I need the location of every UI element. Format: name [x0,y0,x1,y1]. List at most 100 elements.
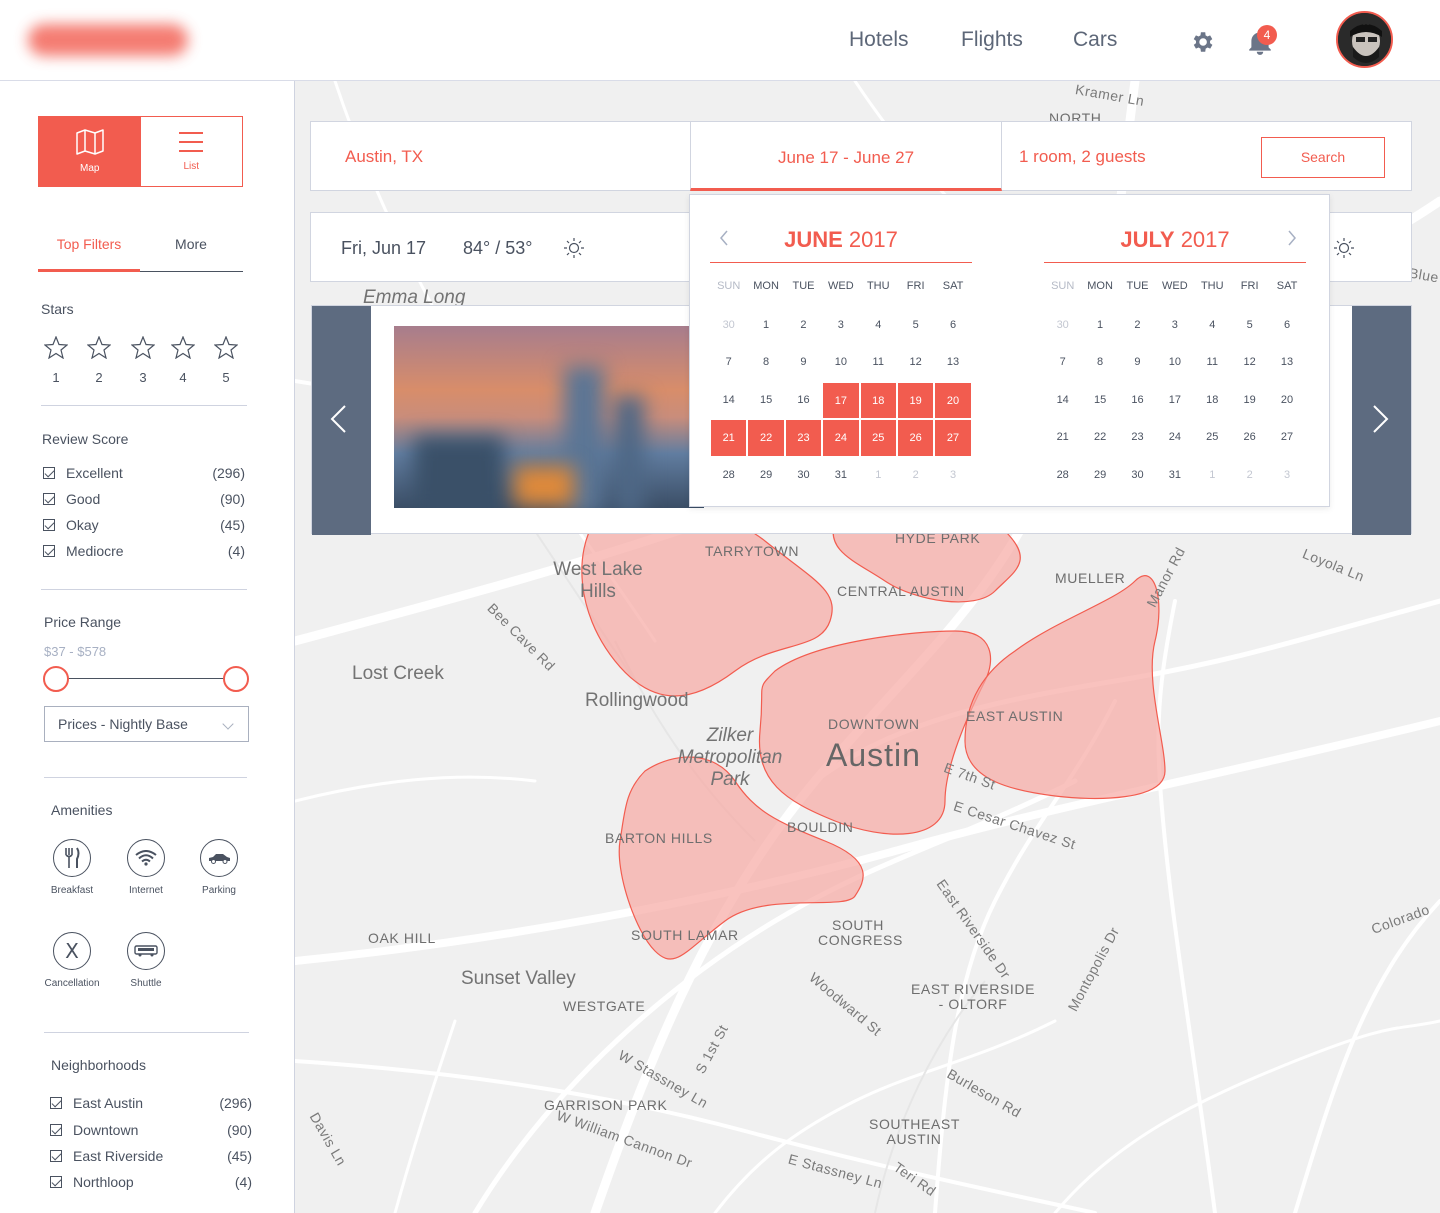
calendar-day[interactable]: 2 [897,457,934,494]
calendar-day[interactable]: 26 [896,419,935,457]
calendar-day[interactable]: 21 [1044,419,1081,456]
location-input[interactable]: Austin, TX [345,147,423,167]
calendar-day[interactable]: 2 [785,307,822,344]
amenity-internet[interactable]: Internet [111,839,181,896]
calendar-day[interactable]: 11 [1194,344,1231,381]
calendar-day[interactable]: 30 [710,307,747,344]
calendar-day[interactable]: 6 [1268,307,1305,344]
search-button[interactable]: Search [1261,137,1385,178]
calendar-day[interactable]: 2 [1119,307,1156,344]
list-view-button[interactable]: List [140,117,242,186]
calendar-day[interactable]: 22 [1081,419,1118,456]
calendar-day[interactable]: 1 [747,307,784,344]
price-slider-min-handle[interactable] [43,666,69,692]
calendar-day[interactable]: 4 [1194,307,1231,344]
amenity-breakfast[interactable]: Breakfast [37,839,107,896]
calendar-day[interactable]: 1 [1194,457,1231,494]
calendar-day[interactable]: 19 [896,381,935,420]
map-view-button[interactable]: Map [39,117,141,186]
calendar-day[interactable]: 30 [1044,307,1081,344]
amenity-cancellation[interactable]: X Cancellation [37,932,107,989]
nav-hotels[interactable]: Hotels [849,28,909,52]
calendar-day[interactable]: 10 [1156,344,1193,381]
calendar-day[interactable]: 21 [710,419,748,457]
brand-logo[interactable] [28,24,188,56]
gear-icon[interactable] [1189,29,1215,55]
price-basis-dropdown[interactable]: Prices - Nightly Base [44,706,249,742]
nav-cars[interactable]: Cars [1073,28,1117,52]
calendar-day[interactable]: 5 [897,307,934,344]
calendar-day[interactable]: 16 [785,382,822,419]
calendar-day[interactable]: 10 [822,344,859,381]
calendar-day[interactable]: 5 [1231,307,1268,344]
calendar-day[interactable]: 17 [822,381,860,420]
calendar-day[interactable]: 28 [710,457,747,494]
calendar-day[interactable]: 24 [1156,419,1193,456]
calendar-day[interactable]: 3 [1268,457,1305,494]
calendar-day[interactable]: 15 [747,382,784,419]
calendar-day[interactable]: 3 [1156,307,1193,344]
calendar-day[interactable]: 30 [785,457,822,494]
calendar-day[interactable]: 13 [934,344,971,381]
tab-top-filters[interactable]: Top Filters [38,236,140,272]
calendar-day[interactable]: 31 [1156,457,1193,494]
calendar-day[interactable]: 3 [822,307,859,344]
amenity-shuttle[interactable]: Shuttle [111,932,181,989]
avatar[interactable] [1336,11,1393,68]
calendar-day[interactable]: 19 [1231,382,1268,419]
carousel-next-button[interactable] [1352,306,1411,535]
calendar-day[interactable]: 7 [1044,344,1081,381]
calendar-day[interactable]: 1 [1081,307,1118,344]
checkbox[interactable] [43,545,55,557]
calendar-day[interactable]: 28 [1044,457,1081,494]
guests-field[interactable]: 1 room, 2 guests [1019,147,1146,167]
checkbox[interactable] [43,519,55,531]
calendar-day[interactable]: 1 [860,457,897,494]
calendar-day[interactable]: 20 [1268,382,1305,419]
calendar-day[interactable]: 13 [1268,344,1305,381]
calendar-day[interactable]: 18 [1194,382,1231,419]
calendar-day[interactable]: 25 [859,419,897,457]
calendar-day[interactable]: 18 [859,381,897,420]
calendar-day[interactable]: 22 [747,419,785,457]
calendar-day[interactable]: 23 [784,419,823,457]
calendar-day[interactable]: 12 [1231,344,1268,381]
checkbox[interactable] [43,467,55,479]
calendar-day[interactable]: 20 [934,381,972,420]
amenity-parking[interactable]: Parking [184,839,254,896]
calendar-day[interactable]: 6 [934,307,971,344]
calendar-day[interactable]: 12 [897,344,934,381]
price-slider-track[interactable] [56,678,236,679]
star-option-5[interactable]: 5 [213,335,239,385]
checkbox[interactable] [50,1150,62,1162]
calendar-day[interactable]: 2 [1231,457,1268,494]
calendar-day[interactable]: 8 [1081,344,1118,381]
tab-more[interactable]: More [140,236,242,272]
calendar-day[interactable]: 7 [710,344,747,381]
calendar-day[interactable]: 9 [785,344,822,381]
nav-flights[interactable]: Flights [961,28,1023,52]
calendar-day[interactable]: 27 [934,419,972,457]
star-option-3[interactable]: 3 [130,335,156,385]
calendar-day[interactable]: 30 [1119,457,1156,494]
calendar-day[interactable]: 23 [1119,419,1156,456]
checkbox[interactable] [43,493,55,505]
hotel-photo[interactable] [394,326,704,508]
calendar-day[interactable]: 9 [1119,344,1156,381]
calendar-day[interactable]: 25 [1194,419,1231,456]
checkbox[interactable] [50,1097,62,1109]
calendar-day[interactable]: 3 [934,457,971,494]
calendar-day[interactable]: 31 [822,457,859,494]
calendar-day[interactable]: 4 [860,307,897,344]
calendar-day[interactable]: 14 [1044,382,1081,419]
notification-badge[interactable]: 4 [1257,25,1277,45]
price-slider-max-handle[interactable] [223,666,249,692]
calendar-day[interactable]: 24 [822,419,860,457]
star-option-1[interactable]: 1 [43,335,69,385]
calendar-day[interactable]: 27 [1268,419,1305,456]
checkbox[interactable] [50,1176,62,1188]
calendar-day[interactable]: 8 [747,344,784,381]
calendar-day[interactable]: 15 [1081,382,1118,419]
calendar-day[interactable]: 14 [710,382,747,419]
carousel-prev-button[interactable] [312,306,371,535]
